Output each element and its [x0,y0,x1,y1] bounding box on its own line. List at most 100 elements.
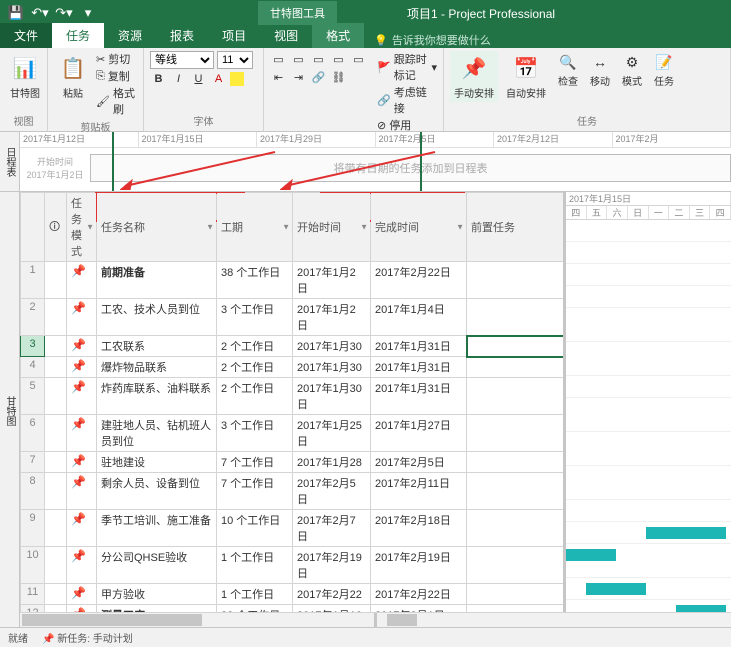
cell-info[interactable] [45,336,67,357]
cell-name[interactable]: 前期准备 [97,262,217,299]
cell-name[interactable]: 爆炸物品联系 [97,357,217,378]
cell-info[interactable] [45,510,67,547]
cell-mode[interactable]: 📌 [67,452,97,473]
cell-pred[interactable] [467,510,567,547]
table-row[interactable]: 2📌工农、技术人员到位3 个工作日2017年1月2日2017年1月4日 [21,299,567,336]
cell-duration[interactable]: 2 个工作日 [217,336,293,357]
cell-info[interactable] [45,262,67,299]
cut-button[interactable]: ✂剪切 [96,51,137,67]
row-number[interactable]: 3 [21,336,45,357]
bold-button[interactable]: B [150,70,167,87]
table-row[interactable]: 8📌剩余人员、设备到位7 个工作日2017年2月5日2017年2月11日 [21,473,567,510]
chevron-down-icon[interactable]: ▼ [206,223,214,232]
gantt-chart[interactable]: 2017年1月15日 四五六日一二三四 [566,192,731,630]
cell-start[interactable]: 2017年2月22 [293,584,371,605]
chevron-down-icon[interactable]: ▼ [456,223,464,232]
cell-pred[interactable] [467,415,567,452]
cell-duration[interactable]: 10 个工作日 [217,510,293,547]
cell-pred[interactable] [467,547,567,584]
cell-mode[interactable]: 📌 [67,357,97,378]
italic-button[interactable]: I [170,70,187,87]
undo-icon[interactable]: ↶▾ [30,3,50,23]
redo-icon[interactable]: ↷▾ [54,3,74,23]
timeline-side-tab[interactable]: 日程表 [0,132,20,191]
cell-start[interactable]: 2017年2月19日 [293,547,371,584]
chevron-down-icon[interactable]: ▼ [86,223,94,232]
cell-name[interactable]: 驻地建设 [97,452,217,473]
tell-me-search[interactable]: 💡 告诉我你想要做什么 [374,32,491,48]
chevron-down-icon[interactable]: ▼ [360,223,368,232]
cell-info[interactable] [45,547,67,584]
gantt-chart-button[interactable]: 📊 甘特图 [6,51,44,102]
cell-pred[interactable] [467,473,567,510]
cell-duration[interactable]: 7 个工作日 [217,473,293,510]
cell-duration[interactable]: 3 个工作日 [217,415,293,452]
cell-pred[interactable] [467,584,567,605]
table-row[interactable]: 5📌炸药库联系、油料联系2 个工作日2017年1月30日2017年1月31日 [21,378,567,415]
cell-start[interactable]: 2017年1月2日 [293,299,371,336]
indent-25-button[interactable]: ▭ [290,51,307,68]
cell-end[interactable]: 2017年1月31日 [371,378,467,415]
cell-name[interactable]: 季节工培训、施工准备 [97,510,217,547]
cell-duration[interactable]: 7 个工作日 [217,452,293,473]
col-header-duration[interactable]: 工期▼ [217,193,293,262]
table-row[interactable]: 7📌驻地建设7 个工作日2017年1月282017年2月5日 [21,452,567,473]
cell-duration[interactable]: 2 个工作日 [217,357,293,378]
save-icon[interactable]: 💾 [6,3,26,23]
col-header-start[interactable]: 开始时间▼ [293,193,371,262]
cell-start[interactable]: 2017年2月5日 [293,473,371,510]
col-header-mode[interactable]: 任务模式▼ [67,193,97,262]
cell-mode[interactable]: 📌 [67,299,97,336]
cell-duration[interactable]: 1 个工作日 [217,584,293,605]
cell-start[interactable]: 2017年1月30 [293,336,371,357]
gantt-bar[interactable] [586,583,646,595]
row-number[interactable]: 5 [21,378,45,415]
cell-duration[interactable]: 2 个工作日 [217,378,293,415]
col-header-end[interactable]: 完成时间▼ [371,193,467,262]
cell-name[interactable]: 甲方验收 [97,584,217,605]
font-color-button[interactable]: A [210,70,227,87]
row-number[interactable]: 10 [21,547,45,584]
deactivate-button[interactable]: ⊘停用 [377,117,437,133]
tab-report[interactable]: 报表 [156,23,208,48]
indent-50-button[interactable]: ▭ [310,51,327,68]
chevron-down-icon[interactable]: ▼ [282,223,290,232]
row-number[interactable]: 11 [21,584,45,605]
format-painter-button[interactable]: 🖌格式刷 [96,85,137,117]
cell-end[interactable]: 2017年1月27日 [371,415,467,452]
cell-info[interactable] [45,299,67,336]
row-number[interactable]: 7 [21,452,45,473]
cell-end[interactable]: 2017年2月22日 [371,584,467,605]
cell-name[interactable]: 工农联系 [97,336,217,357]
qat-more-icon[interactable]: ▾ [78,3,98,23]
indent-75-button[interactable]: ▭ [330,51,347,68]
horizontal-scrollbar[interactable] [20,612,731,627]
scrollbar-thumb-right[interactable] [387,614,417,626]
unlink-button[interactable]: ⛓ [330,69,347,86]
cell-start[interactable]: 2017年1月30日 [293,378,371,415]
cell-end[interactable]: 2017年2月11日 [371,473,467,510]
cell-name[interactable]: 分公司QHSE验收 [97,547,217,584]
outdent-button[interactable]: ⇤ [270,69,287,86]
row-number[interactable]: 9 [21,510,45,547]
manual-schedule-button[interactable]: 📌手动安排 [450,51,498,102]
cell-start[interactable]: 2017年1月25日 [293,415,371,452]
paste-button[interactable]: 📋 粘贴 [54,51,92,102]
timeline[interactable]: 2017年1月12日2017年1月15日2017年1月29日2017年2月5日2… [20,132,731,191]
cell-name[interactable]: 工农、技术人员到位 [97,299,217,336]
font-name-select[interactable]: 等线 [150,51,214,69]
cell-start[interactable]: 2017年2月7日 [293,510,371,547]
cell-start[interactable]: 2017年1月2日 [293,262,371,299]
copy-button[interactable]: ⎘复制 [96,68,137,84]
col-header-pred[interactable]: 前置任务 [467,193,567,262]
cell-pred[interactable] [467,378,567,415]
mode-button[interactable]: ⚙模式 [618,51,646,90]
cell-end[interactable]: 2017年2月18日 [371,510,467,547]
table-row[interactable]: 1📌前期准备38 个工作日2017年1月2日2017年2月22日 [21,262,567,299]
cell-info[interactable] [45,584,67,605]
cell-info[interactable] [45,357,67,378]
cell-end[interactable]: 2017年2月22日 [371,262,467,299]
respect-links-button[interactable]: 🔗考虑链接 [377,84,437,116]
cell-end[interactable]: 2017年1月31日 [371,336,467,357]
cell-end[interactable]: 2017年2月5日 [371,452,467,473]
